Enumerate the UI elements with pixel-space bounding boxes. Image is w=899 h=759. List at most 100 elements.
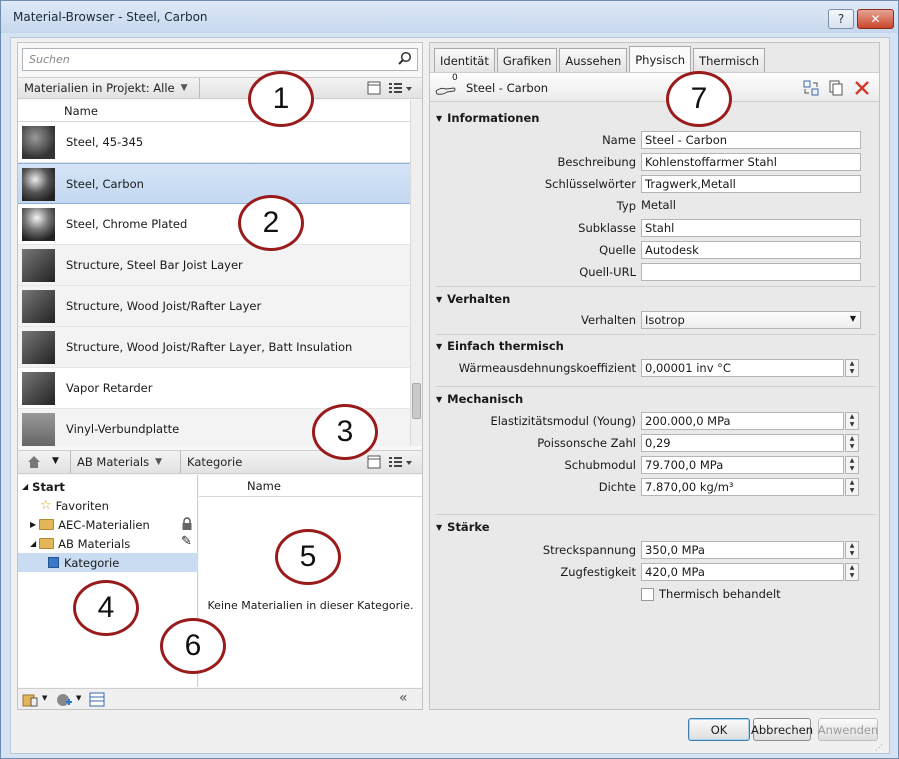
tree-item-label: AB Materials [58, 536, 131, 551]
material-row-steel-45-345[interactable]: Steel, 45-345 [18, 122, 410, 163]
thermal-expansion-spinner[interactable]: ▲ ▼ [845, 359, 859, 377]
behavior-dropdown[interactable]: Isotrop ▼ [641, 311, 861, 329]
poisson-ratio-spinner[interactable]: ▲ ▼ [845, 434, 859, 452]
heat-treated-checkbox[interactable] [641, 588, 654, 601]
poisson-ratio-field[interactable]: 0,29 [641, 434, 844, 452]
tensile-strength-field[interactable]: 420,0 MPa [641, 563, 844, 581]
duplicate-asset-icon[interactable] [828, 80, 844, 96]
breadcrumb-kategorie[interactable]: Kategorie [180, 451, 250, 473]
shear-modulus-field[interactable]: 79.700,0 MPa [641, 456, 844, 474]
expand-icon[interactable]: ▶ [30, 520, 36, 529]
collapse-icon[interactable]: ▼ [436, 114, 442, 123]
subclass-field[interactable]: Stahl [641, 219, 861, 237]
description-field[interactable]: Kohlenstoffarmer Stahl [641, 153, 861, 171]
material-row-structure-wood-joist-batt[interactable]: Structure, Wood Joist/Rafter Layer, Batt… [18, 327, 410, 368]
tensile-strength-spinner[interactable]: ▲ ▼ [845, 563, 859, 581]
view-options-icon[interactable] [388, 81, 414, 96]
collapse-panel-icon[interactable]: « [399, 690, 408, 706]
yield-strength-spinner[interactable]: ▲ ▼ [845, 541, 859, 559]
cancel-button[interactable]: Abbrechen [751, 718, 813, 741]
tab-thermisch[interactable]: Thermisch [693, 48, 765, 72]
keywords-field[interactable]: Tragwerk,Metall [641, 175, 861, 193]
section-mechanisch[interactable]: ▼ Mechanisch [436, 392, 523, 406]
home-icon[interactable] [26, 455, 42, 469]
material-row-structure-steel-bar-joist[interactable]: Structure, Steel Bar Joist Layer [18, 245, 410, 286]
keywords-label: Schlüsselwörter [544, 177, 636, 191]
yield-strength-field[interactable]: 350,0 MPa [641, 541, 844, 559]
library-manage-icon[interactable] [22, 692, 40, 708]
name-column-header[interactable]: Name [64, 104, 98, 118]
section-einfach-thermisch[interactable]: ▼ Einfach thermisch [436, 339, 564, 353]
name-column-header[interactable]: Name [247, 479, 281, 493]
tab-physisch[interactable]: Physisch [629, 46, 692, 72]
material-row-vapor-retarder[interactable]: Vapor Retarder [18, 368, 410, 409]
material-row-steel-chrome-plated[interactable]: Steel, Chrome Plated [18, 204, 410, 245]
category-icon [48, 557, 59, 568]
material-list-header: Name [18, 100, 410, 122]
thermal-expansion-field[interactable]: 0,00001 inv °C [641, 359, 844, 377]
chevron-down-icon[interactable]: ▼ [42, 694, 47, 702]
tree-item-kategorie[interactable]: Kategorie [18, 553, 198, 572]
shear-modulus-spinner[interactable]: ▲ ▼ [845, 456, 859, 474]
section-informationen[interactable]: ▼ Informationen [436, 111, 539, 125]
search-input[interactable]: Suchen [22, 48, 418, 71]
density-field[interactable]: 7.870,00 kg/m³ [641, 478, 844, 496]
resize-grip-icon[interactable]: ⋰ [875, 743, 889, 757]
callout-2: 2 [238, 195, 304, 251]
section-divider [436, 386, 876, 387]
section-verhalten[interactable]: ▼ Verhalten [436, 292, 510, 306]
chevron-down-icon: ▼ [180, 83, 188, 93]
material-row-structure-wood-joist[interactable]: Structure, Wood Joist/Rafter Layer [18, 286, 410, 327]
ok-button[interactable]: OK [688, 718, 750, 741]
material-name: Steel, Chrome Plated [66, 217, 188, 231]
source-field[interactable]: Autodesk [641, 241, 861, 259]
panel-toggle-icon[interactable] [367, 455, 382, 470]
tree-root-start[interactable]: ◢ Start [22, 477, 65, 496]
panel-toggle-icon[interactable] [367, 81, 382, 96]
remove-asset-icon[interactable] [854, 80, 870, 96]
tree-item-ab-materials[interactable]: ◢ AB Materials ✎ [30, 534, 196, 553]
help-button[interactable]: ? [828, 9, 854, 29]
youngs-modulus-field[interactable]: 200.000,0 MPa [641, 412, 844, 430]
material-name: Structure, Wood Joist/Rafter Layer [66, 299, 262, 313]
empty-category-message: Keine Materialien in dieser Kategorie. [207, 599, 414, 612]
pencil-icon[interactable]: ✎ [181, 534, 192, 549]
material-name: Structure, Wood Joist/Rafter Layer, Batt… [66, 340, 353, 354]
breadcrumb-ab-materials[interactable]: AB Materials ▼ [70, 451, 178, 473]
material-row-steel-carbon[interactable]: Steel, Carbon [18, 163, 410, 204]
scrollbar-thumb[interactable] [412, 383, 421, 419]
collapse-icon[interactable]: ▼ [436, 295, 442, 304]
chevron-down-icon[interactable]: ▼ [76, 694, 81, 702]
section-staerke[interactable]: ▼ Stärke [436, 520, 490, 534]
library-toolbar: ▼ ▼ « [18, 688, 422, 709]
density-spinner[interactable]: ▲ ▼ [845, 478, 859, 496]
view-options-icon[interactable] [388, 455, 414, 470]
asset-browser-icon[interactable] [89, 692, 105, 707]
tree-item-favoriten[interactable]: ☆ Favoriten [40, 496, 109, 515]
callout-1: 1 [248, 71, 314, 127]
apply-button[interactable]: Anwenden [818, 718, 878, 741]
close-window-button[interactable]: ✕ [857, 9, 894, 29]
replace-asset-icon[interactable] [803, 80, 819, 96]
collapse-icon[interactable]: ▼ [436, 342, 442, 351]
chevron-down-icon[interactable]: ▼ [52, 456, 59, 466]
name-field[interactable]: Steel - Carbon [641, 131, 861, 149]
collapse-icon[interactable]: ◢ [22, 482, 28, 491]
create-material-icon[interactable] [55, 692, 73, 708]
tree-item-aec-materialien[interactable]: ▶ AEC-Materialien [30, 515, 196, 534]
density-label: Dichte [598, 480, 636, 494]
tab-grafiken[interactable]: Grafiken [496, 48, 558, 72]
source-url-field[interactable] [641, 263, 861, 281]
collapse-icon[interactable]: ▼ [436, 523, 442, 532]
tab-aussehen[interactable]: Aussehen [559, 48, 628, 72]
youngs-modulus-label: Elastizitätsmodul (Young) [490, 414, 636, 428]
chevron-down-icon: ▼ [155, 457, 163, 467]
collapse-icon[interactable]: ◢ [30, 539, 36, 548]
search-icon[interactable] [397, 51, 413, 67]
collapse-icon[interactable]: ▼ [436, 395, 442, 404]
youngs-modulus-spinner[interactable]: ▲ ▼ [845, 412, 859, 430]
material-list-scrollbar[interactable] [410, 100, 422, 446]
description-label: Beschreibung [557, 155, 637, 169]
tab-identitaet[interactable]: Identität [434, 48, 495, 72]
project-filter-dropdown[interactable]: Materialien in Projekt: Alle ▼ [18, 78, 200, 98]
